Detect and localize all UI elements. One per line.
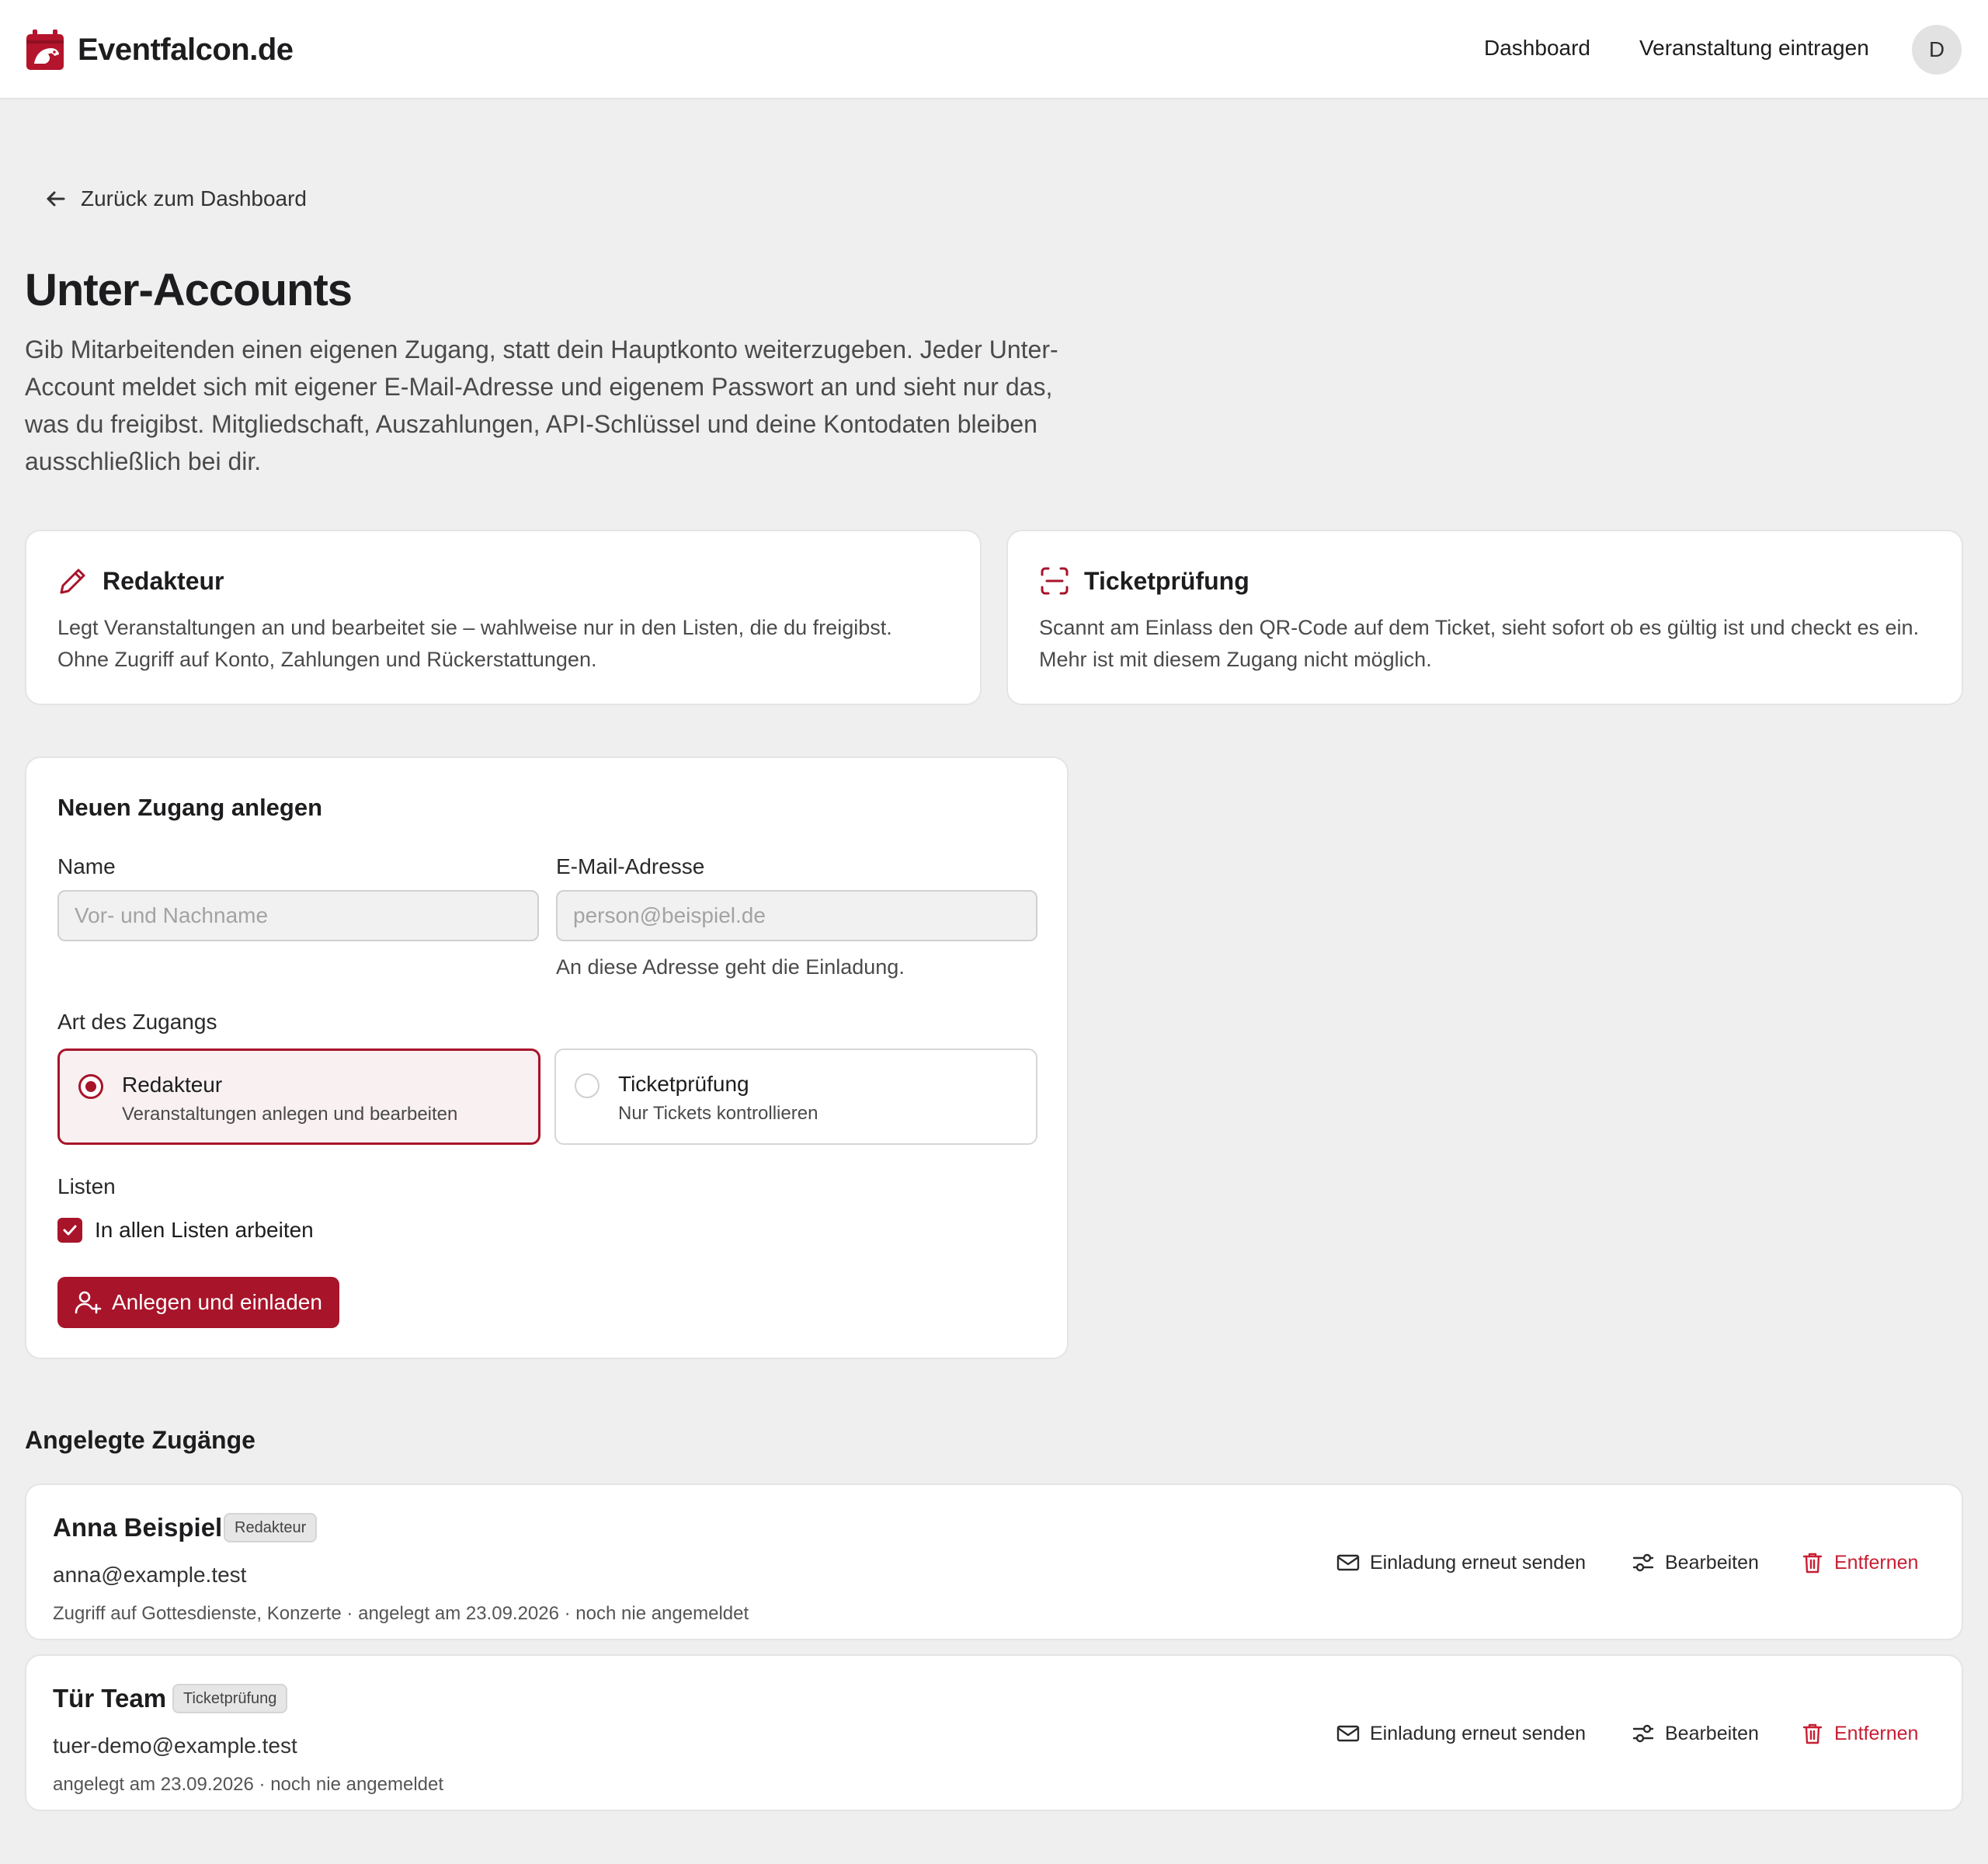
trash-icon xyxy=(1802,1553,1823,1574)
role-title: Ticketprüfung xyxy=(1084,566,1249,595)
scan-icon xyxy=(1041,567,1069,595)
sliders-icon xyxy=(1632,1553,1654,1572)
remove-account-label: Entfernen xyxy=(1834,1722,1919,1744)
access-type-option-redakteur[interactable]: Redakteur Veranstaltungen anlegen und be… xyxy=(57,1048,540,1145)
edit-account-label: Bearbeiten xyxy=(1665,1722,1759,1744)
calendar-falcon-logo-icon xyxy=(26,30,64,70)
account-meta: Zugriff auf Gottesdienste, Konzerte · an… xyxy=(53,1603,749,1624)
role-title: Redakteur xyxy=(103,566,224,595)
accounts-section-title: Angelegte Zugänge xyxy=(25,1426,255,1454)
access-type-option-ticketpruefung[interactable]: Ticketprüfung Nur Tickets kontrollieren xyxy=(554,1048,1037,1145)
account-email: anna@example.test xyxy=(53,1563,247,1587)
sliders-icon xyxy=(1632,1724,1654,1743)
email-input[interactable] xyxy=(556,890,1037,941)
all-lists-checkbox[interactable] xyxy=(57,1218,82,1243)
account-email: tuer-demo@example.test xyxy=(53,1734,297,1758)
email-label: E-Mail-Adresse xyxy=(556,854,705,878)
remove-account-label: Entfernen xyxy=(1834,1551,1919,1574)
remove-account-button[interactable]: Entfernen xyxy=(1800,1550,1918,1575)
top-navigation-bar: Eventfalcon.de Dashboard Veranstaltung e… xyxy=(0,0,1988,99)
radio-unselected-icon xyxy=(575,1073,600,1098)
role-badge: Redakteur xyxy=(224,1513,318,1542)
resend-invite-label: Einladung erneut senden xyxy=(1370,1551,1587,1574)
new-access-form: Neuen Zugang anlegen Name E-Mail-Adresse… xyxy=(25,756,1069,1359)
all-lists-checkbox-row[interactable]: In allen Listen arbeiten xyxy=(57,1218,314,1243)
remove-account-button[interactable]: Entfernen xyxy=(1800,1721,1918,1746)
radio-selected-icon xyxy=(78,1074,103,1099)
arrow-left-icon xyxy=(47,191,65,207)
option-subtitle: Veranstaltungen anlegen und bearbeiten xyxy=(122,1104,458,1125)
account-meta: angelegt am 23.09.2026 · noch nie angeme… xyxy=(53,1774,444,1795)
option-subtitle: Nur Tickets kontrollieren xyxy=(618,1103,818,1124)
edit-account-button[interactable]: Bearbeiten xyxy=(1631,1721,1759,1746)
edit-account-label: Bearbeiten xyxy=(1665,1551,1759,1574)
nav-add-event-link[interactable]: Veranstaltung eintragen xyxy=(1639,36,1869,61)
resend-invite-button[interactable]: Einladung erneut senden xyxy=(1336,1550,1586,1575)
create-and-invite-label: Anlegen und einladen xyxy=(112,1290,322,1314)
account-row-tuer-team: Tür Team Ticketprüfung tuer-demo@example… xyxy=(25,1654,1963,1811)
access-type-label: Art des Zugangs xyxy=(57,1010,217,1034)
option-title: Ticketprüfung xyxy=(618,1072,749,1096)
name-label: Name xyxy=(57,854,116,878)
brand[interactable]: Eventfalcon.de xyxy=(25,28,294,71)
role-description: Scannt am Einlass den QR-Code auf dem Ti… xyxy=(1039,616,1920,671)
resend-invite-button[interactable]: Einladung erneut senden xyxy=(1336,1721,1586,1746)
back-link-label: Zurück zum Dashboard xyxy=(81,186,308,210)
resend-invite-label: Einladung erneut senden xyxy=(1370,1722,1587,1744)
pencil-icon xyxy=(60,569,85,594)
account-name: Tür Team xyxy=(53,1684,167,1713)
mail-icon xyxy=(1336,1554,1360,1571)
brand-name: Eventfalcon.de xyxy=(78,32,294,67)
option-title: Redakteur xyxy=(122,1073,223,1097)
form-title: Neuen Zugang anlegen xyxy=(57,794,323,821)
user-avatar[interactable]: D xyxy=(1912,25,1962,75)
mail-icon xyxy=(1336,1725,1360,1742)
all-lists-label: In allen Listen arbeiten xyxy=(95,1218,314,1242)
trash-icon xyxy=(1802,1723,1823,1744)
edit-account-button[interactable]: Bearbeiten xyxy=(1631,1550,1759,1575)
check-icon xyxy=(63,1225,77,1236)
role-card-redakteur: Redakteur Legt Veranstaltungen an und be… xyxy=(25,530,982,705)
nav-dashboard-link[interactable]: Dashboard xyxy=(1484,36,1590,61)
create-and-invite-button[interactable]: Anlegen und einladen xyxy=(57,1277,339,1328)
email-hint: An diese Adresse geht die Einladung. xyxy=(556,955,905,979)
role-description: Legt Veranstaltungen an und bearbeitet s… xyxy=(57,616,892,671)
role-card-ticketpruefung: Ticketprüfung Scannt am Einlass den QR-C… xyxy=(1006,530,1963,705)
role-badge: Ticketprüfung xyxy=(172,1684,288,1713)
account-name: Anna Beispiel xyxy=(53,1513,223,1542)
name-input[interactable] xyxy=(57,890,539,941)
page-title: Unter-Accounts xyxy=(25,265,353,315)
page-description: Gib Mitarbeitenden einen eigenen Zugang,… xyxy=(25,336,1058,475)
account-row-anna: Anna Beispiel Redakteur anna@example.tes… xyxy=(25,1483,1963,1640)
user-plus-icon xyxy=(75,1291,102,1314)
lists-label: Listen xyxy=(57,1174,116,1198)
back-to-dashboard-link[interactable]: Zurück zum Dashboard xyxy=(43,186,307,211)
